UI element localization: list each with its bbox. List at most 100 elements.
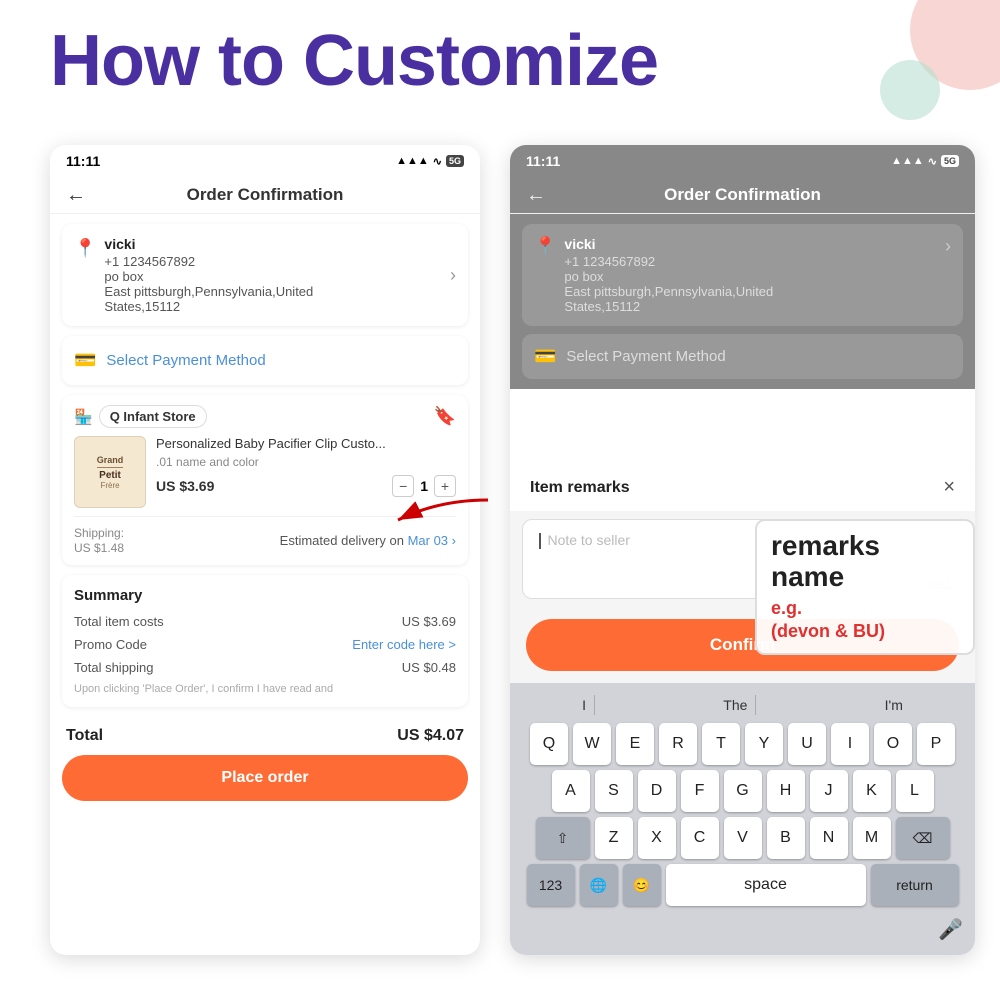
suggestion-the[interactable]: The	[715, 695, 756, 715]
right-wifi-icon: ∿	[928, 155, 937, 168]
suggestion-im[interactable]: I'm	[877, 695, 911, 715]
right-address-city: East pittsburgh,Pennsylvania,United	[564, 284, 945, 299]
right-5g-badge: 5G	[941, 155, 959, 167]
item-costs-label: Total item costs	[74, 614, 164, 629]
suggestion-i[interactable]: I	[574, 695, 595, 715]
key-m[interactable]: M	[853, 817, 891, 859]
page-title: How to Customize	[50, 20, 658, 102]
address-row: 📍 vicki +1 1234567892 po box East pittsb…	[74, 236, 456, 314]
left-app-header: ← Order Confirmation	[50, 177, 480, 214]
key-g[interactable]: G	[724, 770, 762, 812]
emoji-key[interactable]: 😊	[623, 864, 661, 906]
remarks-header: Item remarks ×	[510, 460, 975, 511]
key-x[interactable]: X	[638, 817, 676, 859]
globe-key[interactable]: 🌐	[580, 864, 618, 906]
payment-icon: 💳	[74, 350, 96, 371]
bookmark-icon[interactable]: 🔖	[434, 406, 456, 427]
right-status-bar: 11:11 ▲▲▲ ∿ 5G	[510, 145, 975, 177]
address-card[interactable]: 📍 vicki +1 1234567892 po box East pittsb…	[62, 224, 468, 326]
remarks-input-area: Note to seller 0/51 remarks name e.g. (d…	[510, 519, 975, 599]
left-header-title: Order Confirmation	[187, 185, 344, 205]
signal-icon: ▲▲▲	[396, 155, 429, 167]
5g-badge: 5G	[446, 155, 464, 167]
address-phone: +1 1234567892	[104, 254, 450, 269]
total-row: Total US $4.07	[50, 717, 480, 755]
key-w[interactable]: W	[573, 723, 611, 765]
right-address-row: 📍 vicki +1 1234567892 po box East pittsb…	[534, 236, 951, 314]
key-k[interactable]: K	[853, 770, 891, 812]
right-status-icons: ▲▲▲ ∿ 5G	[891, 155, 959, 168]
note-placeholder: Note to seller	[547, 532, 629, 548]
right-back-button[interactable]: ←	[526, 184, 546, 207]
right-payment-card[interactable]: 💳 Select Payment Method	[522, 334, 963, 379]
left-status-bar: 11:11 ▲▲▲ ∿ 5G	[50, 145, 480, 177]
right-app-header: ← Order Confirmation	[510, 177, 975, 214]
store-name[interactable]: Q Infant Store	[99, 405, 207, 428]
key-q[interactable]: Q	[530, 723, 568, 765]
left-back-button[interactable]: ←	[66, 184, 86, 207]
right-address-card[interactable]: 📍 vicki +1 1234567892 po box East pittsb…	[522, 224, 963, 326]
keyboard: I The I'm Q W E R T Y U I O P A S D	[510, 683, 975, 955]
key-n[interactable]: N	[810, 817, 848, 859]
return-key[interactable]: return	[871, 864, 959, 906]
key-a[interactable]: A	[552, 770, 590, 812]
right-address-zip: States,15112	[564, 299, 945, 314]
address-name: vicki	[104, 236, 450, 252]
right-header-title: Order Confirmation	[664, 185, 821, 205]
space-key[interactable]: space	[666, 864, 866, 906]
total-label: Total	[66, 727, 103, 745]
key-d[interactable]: D	[638, 770, 676, 812]
delete-key[interactable]: ⌫	[896, 817, 950, 859]
remarks-title: Item remarks	[530, 479, 630, 497]
bg-circle-green	[880, 60, 940, 120]
right-payment-icon: 💳	[534, 346, 556, 367]
close-button[interactable]: ×	[943, 476, 955, 499]
keyboard-bottom-row: 🎤	[514, 911, 971, 951]
key-r[interactable]: R	[659, 723, 697, 765]
right-payment-row: 💳 Select Payment Method	[534, 346, 951, 367]
key-i[interactable]: I	[831, 723, 869, 765]
promo-value[interactable]: Enter code here >	[352, 637, 456, 652]
right-address-phone: +1 1234567892	[564, 254, 945, 269]
keyboard-row-3: ⇧ Z X C V B N M ⌫	[514, 817, 971, 859]
key-b[interactable]: B	[767, 817, 805, 859]
shipping-label: Shipping: US $1.48	[74, 525, 124, 555]
right-address-name: vicki	[564, 236, 945, 252]
summary-promo[interactable]: Promo Code Enter code here >	[74, 637, 456, 652]
keyboard-spacer-left	[522, 917, 560, 949]
key-z[interactable]: Z	[595, 817, 633, 859]
key-c[interactable]: C	[681, 817, 719, 859]
key-l[interactable]: L	[896, 770, 934, 812]
numbers-key[interactable]: 123	[527, 864, 575, 906]
mic-key[interactable]: 🎤	[938, 917, 963, 949]
cursor	[539, 533, 541, 549]
key-j[interactable]: J	[810, 770, 848, 812]
key-f[interactable]: F	[681, 770, 719, 812]
key-s[interactable]: S	[595, 770, 633, 812]
payment-section[interactable]: 💳 Select Payment Method	[62, 336, 468, 385]
key-v[interactable]: V	[724, 817, 762, 859]
example-label: e.g.	[771, 598, 802, 618]
key-t[interactable]: T	[702, 723, 740, 765]
shipping-label-text: Shipping:	[74, 526, 124, 540]
shift-key[interactable]: ⇧	[536, 817, 590, 859]
key-p[interactable]: P	[917, 723, 955, 765]
shipping-info: Shipping: US $1.48	[74, 525, 124, 555]
product-price: US $3.69	[156, 478, 214, 494]
arrow-annotation	[358, 490, 498, 540]
right-address-info: vicki +1 1234567892 po box East pittsbur…	[564, 236, 945, 314]
address-city: East pittsburgh,Pennsylvania,United	[104, 284, 450, 299]
store-header: 🏪 Q Infant Store 🔖	[74, 405, 456, 428]
address-zip: States,15112	[104, 299, 450, 314]
key-y[interactable]: Y	[745, 723, 783, 765]
product-name: Personalized Baby Pacifier Clip Custo...	[156, 436, 456, 453]
dark-overlay: 📍 vicki +1 1234567892 po box East pittsb…	[510, 214, 975, 389]
store-name-row: 🏪 Q Infant Store	[74, 405, 207, 428]
key-h[interactable]: H	[767, 770, 805, 812]
key-e[interactable]: E	[616, 723, 654, 765]
product-variant: .01 name and color	[156, 455, 456, 469]
place-order-button[interactable]: Place order	[62, 755, 468, 801]
key-u[interactable]: U	[788, 723, 826, 765]
key-o[interactable]: O	[874, 723, 912, 765]
payment-label: Select Payment Method	[106, 352, 265, 369]
